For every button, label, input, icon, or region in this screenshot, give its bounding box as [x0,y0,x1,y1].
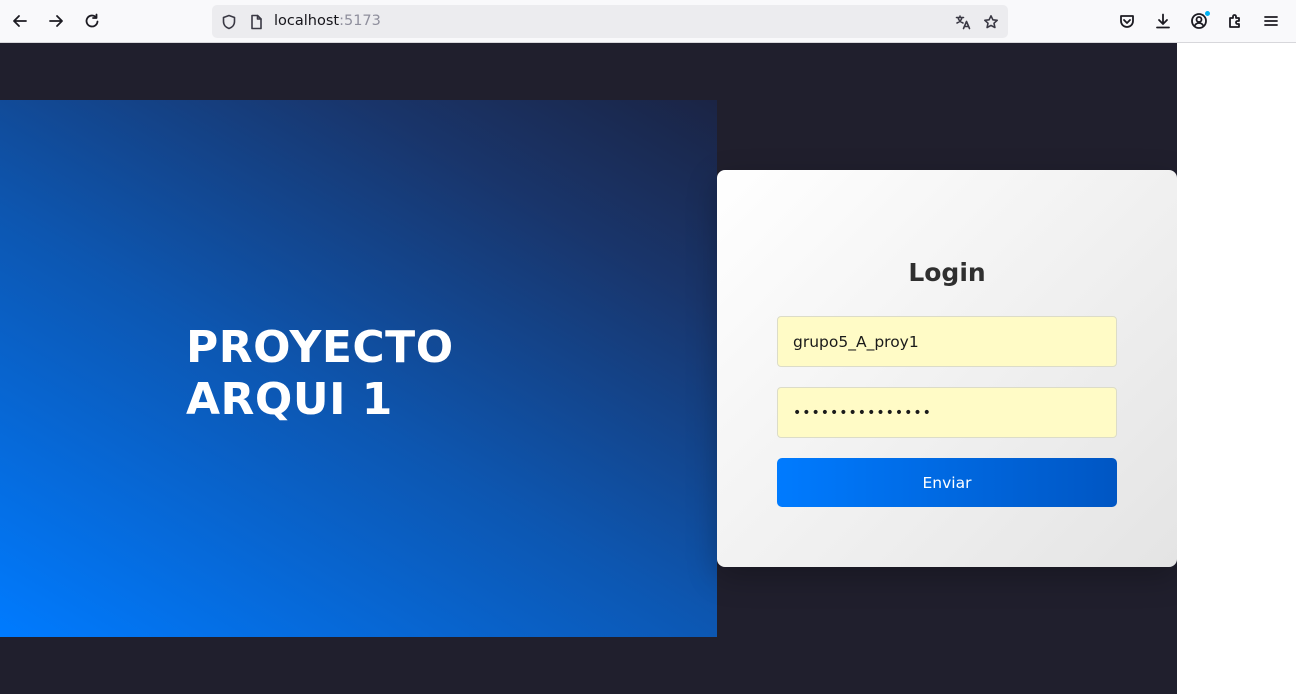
bookmark-star-icon[interactable] [982,13,1000,31]
reload-icon [85,13,99,28]
hero-title: PROYECTO ARQUI 1 [186,322,454,426]
pocket-icon [1120,15,1134,28]
extensions-button[interactable] [1219,5,1251,37]
notification-dot [1204,10,1211,17]
back-button[interactable] [4,5,36,37]
translate-icon[interactable] [954,13,972,31]
pocket-button[interactable] [1111,5,1143,37]
page-info-icon[interactable] [247,13,265,31]
page-viewport: PROYECTO ARQUI 1 Login grupo5_A_proy1 ••… [0,43,1177,694]
url-port: :5173 [339,13,381,29]
reload-button[interactable] [76,5,108,37]
forward-arrow-icon [49,15,63,27]
url-host: localhost [274,13,340,29]
username-input[interactable]: grupo5_A_proy1 [777,316,1117,367]
hamburger-menu-icon [1264,16,1278,26]
address-bar[interactable]: localhost:5173 [212,5,1008,38]
submit-button[interactable]: Enviar [777,458,1117,507]
forward-button[interactable] [40,5,72,37]
hero-panel: PROYECTO ARQUI 1 [0,100,717,637]
blank-area [1177,43,1296,694]
hero-title-line-2: ARQUI 1 [186,374,393,425]
extensions-icon [1229,14,1240,28]
downloads-button[interactable] [1147,5,1179,37]
download-icon [1156,13,1170,29]
back-arrow-icon [13,15,27,27]
login-card: Login grupo5_A_proy1 ••••••••••••••• Env… [717,170,1177,567]
login-title: Login [908,258,986,287]
url-text[interactable]: localhost:5173 [274,13,381,29]
hero-title-line-1: PROYECTO [186,322,454,373]
tracking-shield-icon[interactable] [220,13,238,31]
app-menu-button[interactable] [1255,5,1287,37]
account-button[interactable] [1183,5,1215,37]
password-input[interactable]: ••••••••••••••• [777,387,1117,438]
browser-toolbar: localhost:5173 [0,0,1296,43]
